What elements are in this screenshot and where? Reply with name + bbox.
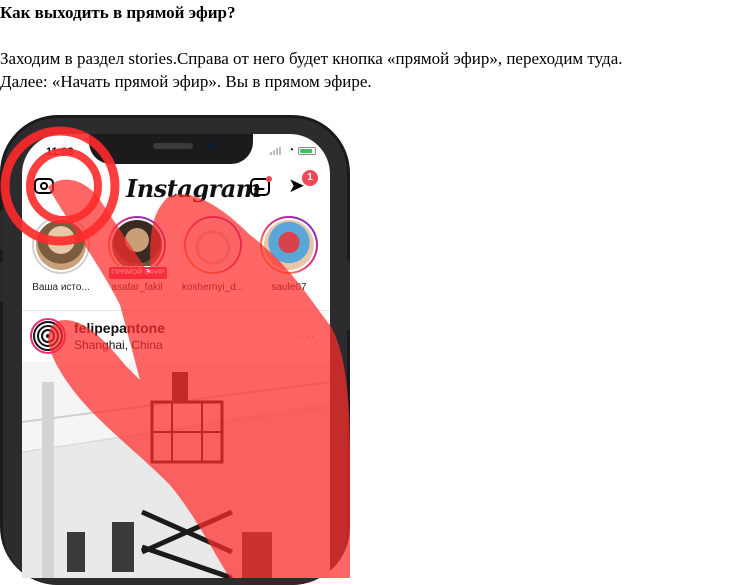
story-item[interactable]: Ваша исто... — [26, 216, 96, 293]
story-item[interactable]: koshernyi_d... — [178, 216, 248, 293]
story-ring — [32, 216, 90, 274]
speaker — [153, 143, 193, 149]
stories-tray: Ваша исто... ПРЯМОЙ ЭФИР asafar_fakil ko… — [22, 212, 330, 311]
battery-icon — [298, 147, 316, 155]
story-name: Ваша исто... — [32, 282, 90, 293]
story-ring — [184, 216, 242, 274]
avatar — [264, 220, 314, 270]
story-name: asafar_fakil — [111, 282, 163, 293]
avatar — [188, 220, 238, 270]
more-options-icon[interactable]: ... — [300, 324, 316, 342]
wifi-icon: ◔ — [287, 145, 294, 156]
story-ring — [260, 216, 318, 274]
phone-side-button — [0, 210, 3, 250]
post-username[interactable]: felipepantone — [74, 320, 165, 336]
front-camera — [205, 140, 217, 152]
camera-icon[interactable] — [34, 178, 54, 194]
status-icons: ◔ — [269, 145, 316, 156]
phone-power-button — [347, 260, 350, 330]
phone-side-button — [0, 262, 3, 302]
paragraph-line-2: Далее: «Начать прямой эфир». Вы в прямом… — [0, 72, 372, 91]
post-location[interactable]: Shanghai, China — [74, 338, 163, 352]
igtv-notification-dot — [266, 176, 272, 182]
story-item-live[interactable]: ПРЯМОЙ ЭФИР asafar_fakil — [102, 216, 172, 293]
instagram-topbar: Instagram ➤ 1 — [22, 170, 330, 210]
article-heading: Как выходить в прямой эфир? — [0, 3, 236, 22]
avatar — [36, 220, 86, 270]
story-name: saule07 — [271, 282, 307, 293]
paragraph-line-1: Заходим в раздел stories.Справа от него … — [0, 49, 623, 68]
instagram-logo: Instagram — [126, 174, 261, 203]
story-item[interactable]: saule07 — [254, 216, 324, 293]
post-photo — [22, 362, 330, 578]
status-time: 11:08 — [46, 146, 74, 158]
signal-icon — [269, 147, 284, 155]
live-badge: ПРЯМОЙ ЭФИР — [108, 266, 168, 280]
photo-illustration — [22, 362, 330, 578]
post-avatar[interactable] — [32, 320, 64, 352]
phone-notch — [89, 134, 253, 164]
spiral-avatar-icon — [33, 321, 63, 351]
article-paragraph: Заходим в раздел stories.Справа от него … — [0, 47, 745, 93]
direct-badge: 1 — [302, 170, 318, 186]
story-name: koshernyi_d... — [181, 282, 245, 293]
avatar — [112, 220, 162, 270]
phone-screen: 11:08 ◔ Instagram ➤ 1 Ваша исто... ПРЯМО… — [22, 134, 330, 578]
post-header: felipepantone Shanghai, China ... — [22, 314, 330, 358]
